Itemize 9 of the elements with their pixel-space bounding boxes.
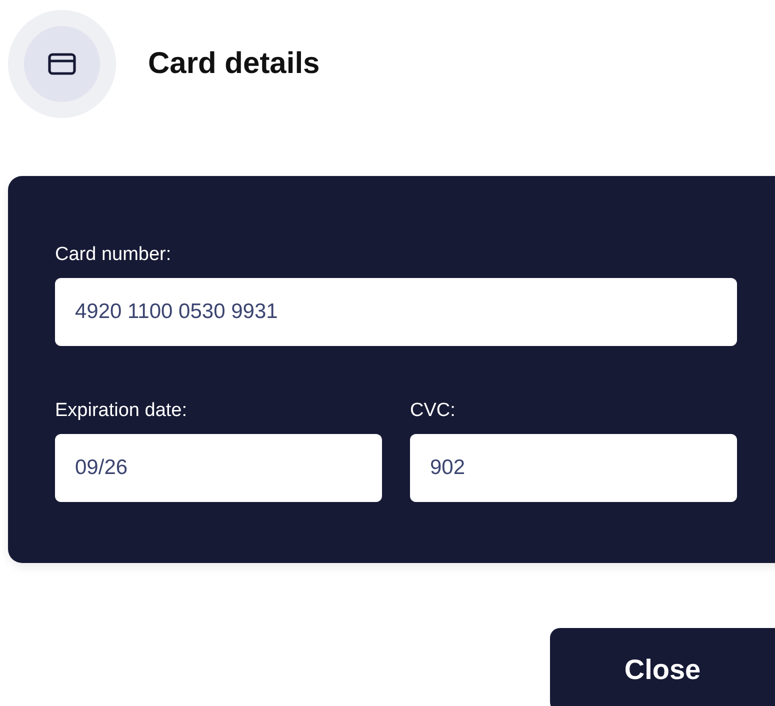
field-label: Card number: xyxy=(55,244,172,266)
input-field[interactable]: 4920 1100 0530 9931 xyxy=(55,278,737,346)
field-label: Expiration date: xyxy=(55,400,188,422)
input-field[interactable]: 902 xyxy=(410,434,737,502)
credit-card-icon xyxy=(48,53,76,75)
dialog-title: Card details xyxy=(148,47,320,81)
input-field[interactable]: 09/26 xyxy=(55,434,382,502)
field-label: CVC: xyxy=(410,400,456,422)
close-button[interactable]: Close xyxy=(550,628,775,706)
